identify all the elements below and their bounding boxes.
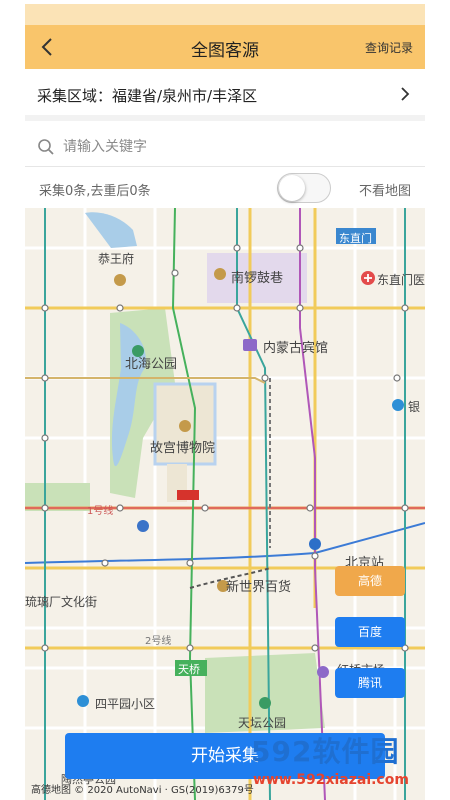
toggle-knob (279, 175, 305, 201)
map-label-yin: 银 (408, 400, 421, 414)
map-label-gugong: 故宫博物院 (150, 441, 216, 456)
status-bar (25, 0, 425, 25)
region-label: 采集区域：福建省/泉州市/丰泽区 (37, 87, 258, 105)
watermark: 592软件园 www.592xiazai.com (251, 730, 425, 800)
collect-count: 采集0条,去重后0条 (39, 184, 151, 199)
search-bar (25, 127, 425, 167)
map-label-line1: 1号线 (87, 506, 114, 517)
stats-bar: 采集0条,去重后0条 不看地图 (25, 168, 425, 208)
status-bar-strip (25, 0, 425, 4)
provider-tencent-button[interactable]: 腾讯 (335, 668, 405, 698)
watermark-title: 592软件园 (251, 735, 400, 768)
map-label-neimeng: 内蒙古宾馆 (263, 341, 329, 356)
header-bar: 全图客源 查询记录 (25, 25, 425, 69)
map-label-line2: 2号线 (145, 636, 172, 647)
app-frame: 全图客源 查询记录 采集区域：福建省/泉州市/丰泽区 采集0条,去重后0条 不看… (25, 0, 425, 800)
search-icon (38, 139, 54, 155)
map-copyright: 高德地图 © 2020 AutoNavi · GS(2019)6379号 (31, 785, 254, 796)
map-label-dongzhimen: 东直门 (339, 232, 372, 245)
map-view[interactable]: 恭王府 南锣鼓巷 东直门 东直门医 北海公园 内蒙古宾馆 故宫博物院 银 1号线… (25, 208, 425, 800)
map-label-nanluoguxiang: 南锣鼓巷 (231, 271, 284, 286)
search-input[interactable] (63, 133, 403, 161)
no-map-label: 不看地图 (358, 184, 411, 199)
provider-gaode-button[interactable]: 高德 (335, 566, 405, 596)
map-label-tiantan: 天坛公园 (238, 716, 287, 730)
watermark-url: www.592xiazai.com (253, 772, 409, 788)
map-toggle[interactable] (277, 173, 331, 203)
map-label-gongwangfu: 恭王府 (98, 252, 135, 266)
map-label-dongzhimen-hospital: 东直门医 (377, 273, 425, 287)
map-canvas (25, 208, 425, 800)
map-label-beihai: 北海公园 (125, 357, 178, 372)
map-label-tianqiao: 天桥 (178, 663, 200, 676)
map-label-xinshijie: 新世界百货 (226, 580, 292, 595)
query-record-button[interactable]: 查询记录 (365, 39, 413, 56)
provider-baidu-button[interactable]: 百度 (335, 617, 405, 647)
map-label-liulichang: 琉璃厂文化街 (25, 595, 98, 609)
map-label-siping: 四平园小区 (95, 697, 156, 711)
region-selector[interactable]: 采集区域：福建省/泉州市/丰泽区 (25, 69, 425, 121)
chevron-right-icon (401, 87, 410, 101)
